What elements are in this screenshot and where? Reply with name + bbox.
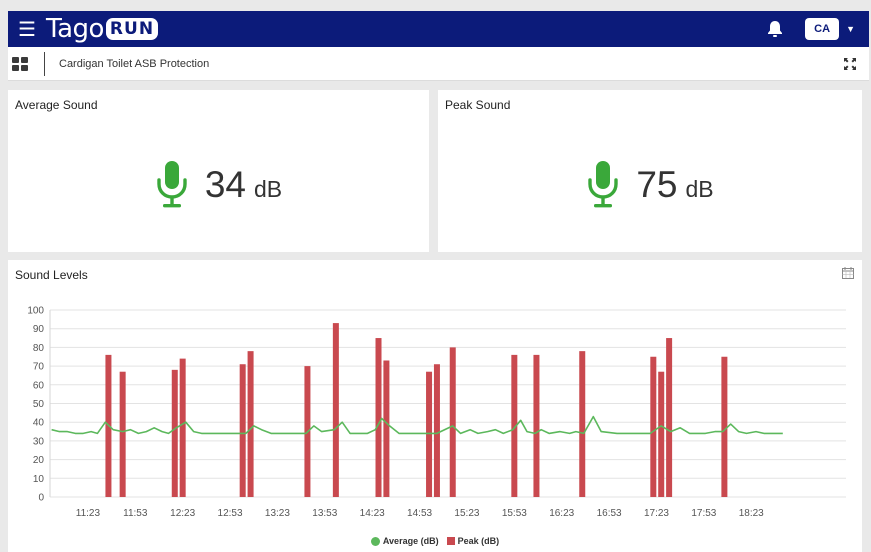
bell-icon[interactable] bbox=[765, 19, 785, 39]
dashboard-title: Cardigan Toilet ASB Protection bbox=[59, 57, 210, 70]
x-tick-label: 14:23 bbox=[360, 508, 385, 519]
y-tick-label: 90 bbox=[33, 324, 45, 335]
peak-bar bbox=[433, 364, 440, 497]
microphone-icon bbox=[157, 161, 187, 208]
peak-bar bbox=[579, 351, 586, 497]
y-tick-label: 20 bbox=[33, 455, 45, 466]
chart-title: Sound Levels bbox=[15, 268, 88, 282]
peak-sound-value: 75 bbox=[636, 164, 678, 205]
peak-bar bbox=[375, 338, 382, 497]
legend-label: Peak (dB) bbox=[457, 536, 500, 546]
top-navbar: ☰ Tago RUN CA ▼ bbox=[8, 11, 869, 47]
peak-bar bbox=[332, 323, 339, 497]
peak-sound-unit: dB bbox=[685, 175, 714, 202]
peak-bar bbox=[533, 354, 540, 497]
y-tick-label: 100 bbox=[27, 306, 44, 317]
card-title: Peak Sound bbox=[445, 98, 511, 112]
x-tick-label: 12:53 bbox=[218, 508, 243, 519]
sound-levels-card: 0 10 20 30 40 50 60 70 80 90 100 11:23 11:53 12:23 12:… bbox=[8, 260, 862, 552]
y-tick-label: 50 bbox=[33, 399, 45, 410]
average-sound-unit: dB bbox=[254, 175, 283, 202]
peak-sound-card: Peak Sound 75 dB bbox=[438, 90, 862, 252]
x-tick-label: 17:53 bbox=[691, 508, 716, 519]
legend-item-peak[interactable]: Peak (dB) bbox=[446, 536, 500, 546]
x-tick-label: 16:23 bbox=[549, 508, 574, 519]
peak-bar bbox=[171, 369, 178, 497]
average-line bbox=[51, 415, 783, 435]
microphone-icon bbox=[588, 161, 619, 208]
peak-bar bbox=[239, 364, 246, 497]
chart-legend: Average (dB) Peak (dB) bbox=[8, 536, 862, 546]
x-tick-label: 18:23 bbox=[739, 508, 764, 519]
y-tick-label: 10 bbox=[33, 474, 45, 485]
x-tick-label: 13:23 bbox=[265, 508, 290, 519]
x-tick-label: 12:23 bbox=[170, 508, 195, 519]
legend-item-average[interactable]: Average (dB) bbox=[370, 536, 439, 546]
peak-bar bbox=[658, 371, 665, 497]
peak-bar bbox=[426, 371, 433, 497]
peak-bar bbox=[119, 371, 126, 497]
chevron-down-icon[interactable]: ▼ bbox=[846, 24, 855, 34]
y-tick-label: 30 bbox=[33, 436, 45, 447]
tagorun-logo[interactable]: Tago RUN bbox=[46, 14, 159, 44]
y-tick-label: 60 bbox=[33, 380, 45, 391]
peak-bar bbox=[449, 347, 456, 497]
x-tick-label: 16:53 bbox=[597, 508, 622, 519]
average-sound-card: Average Sound 34 dB bbox=[8, 90, 429, 252]
peak-bar bbox=[247, 351, 254, 497]
user-avatar[interactable]: CA bbox=[805, 18, 840, 40]
card-title: Average Sound bbox=[15, 98, 98, 112]
logo-badge: RUN bbox=[105, 18, 159, 40]
y-tick-label: 40 bbox=[33, 418, 45, 429]
x-tick-label: 15:23 bbox=[454, 508, 479, 519]
peak-bar bbox=[383, 360, 390, 497]
average-legend-swatch bbox=[370, 536, 380, 546]
y-tick-label: 0 bbox=[38, 493, 44, 504]
peak-bar bbox=[666, 338, 673, 497]
logo-text: Tago bbox=[46, 14, 104, 44]
x-tick-label: 11:23 bbox=[76, 508, 101, 519]
y-tick-label: 70 bbox=[33, 362, 45, 373]
x-tick-label: 13:53 bbox=[312, 508, 337, 519]
x-tick-label: 14:53 bbox=[407, 508, 432, 519]
menu-icon[interactable]: ☰ bbox=[8, 11, 46, 47]
x-tick-label: 11:53 bbox=[123, 508, 148, 519]
peak-bar bbox=[721, 356, 728, 497]
average-sound-value: 34 bbox=[204, 164, 246, 205]
peak-legend-swatch bbox=[446, 537, 455, 545]
peak-bar bbox=[179, 358, 186, 497]
divider bbox=[44, 51, 45, 76]
x-tick-label: 17:23 bbox=[644, 508, 669, 519]
legend-label: Average (dB) bbox=[382, 536, 439, 546]
calendar-icon[interactable] bbox=[842, 267, 854, 279]
y-tick-label: 80 bbox=[33, 343, 45, 354]
dashboard-grid-icon[interactable] bbox=[12, 56, 28, 71]
fullscreen-icon[interactable] bbox=[843, 57, 857, 71]
peak-bar bbox=[650, 356, 657, 497]
dashboard-toolbar: Cardigan Toilet ASB Protection bbox=[8, 47, 869, 81]
x-tick-label: 15:53 bbox=[502, 508, 527, 519]
sound-levels-chart: 0 10 20 30 40 50 60 70 80 90 100 11:23 11:53 12:23 12:… bbox=[27, 306, 846, 519]
